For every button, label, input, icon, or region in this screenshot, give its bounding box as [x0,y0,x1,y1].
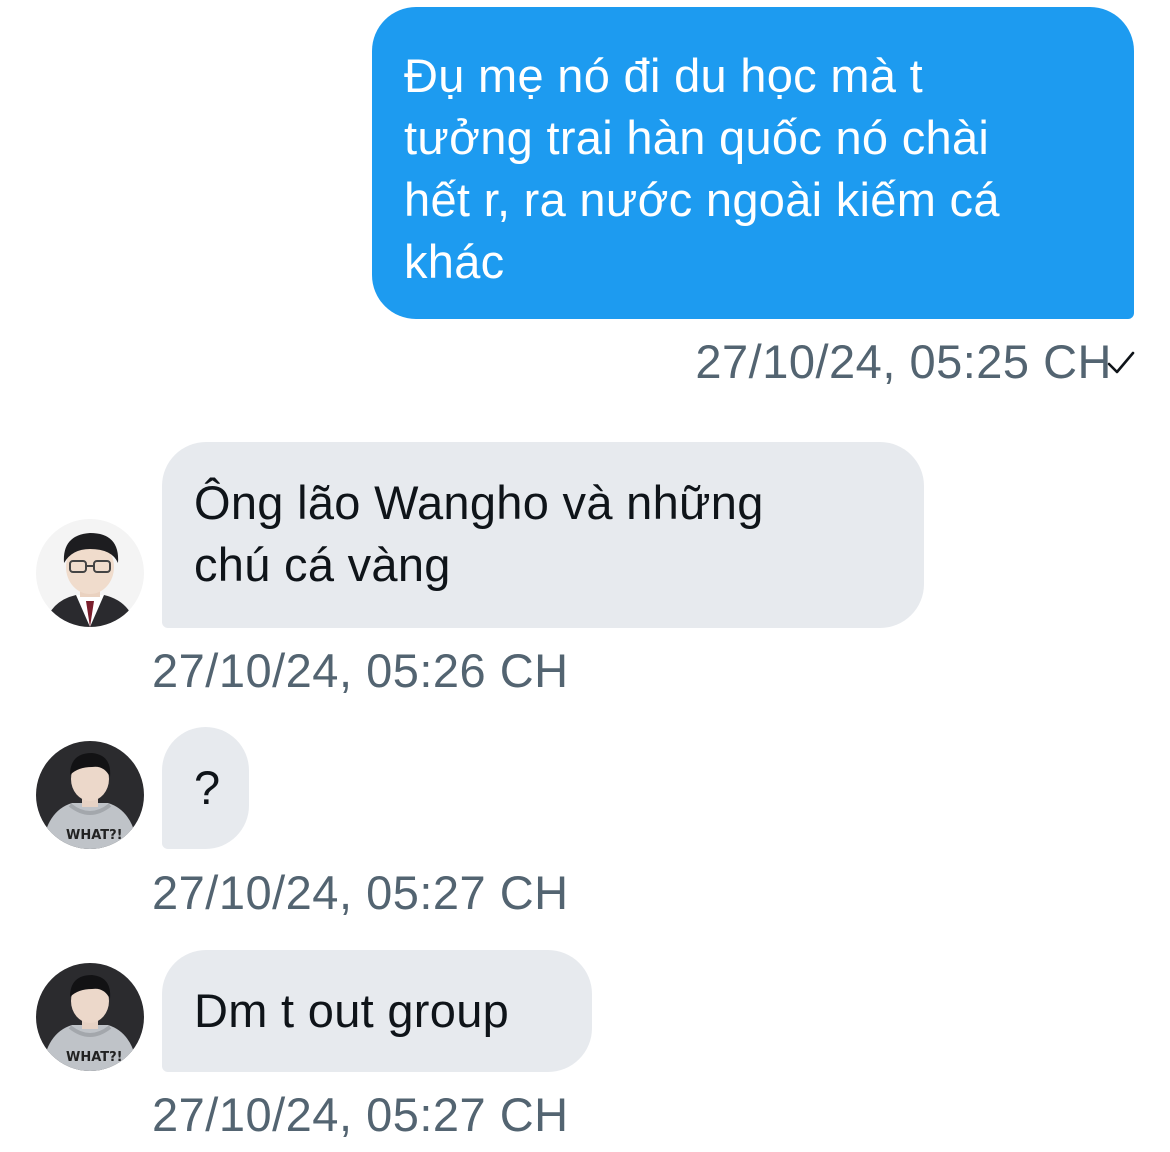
avatar-hoodie-image: WHAT?! [36,741,144,849]
avatar-hoodie-image: WHAT?! [36,963,144,1071]
message-text-line: Đụ mẹ nó đi du học mà t [404,49,923,102]
message-text-line: Dm t out group [194,984,510,1037]
message-timestamp: 27/10/24, 05:26 CH [152,644,569,697]
svg-text:WHAT?!: WHAT?! [66,1050,123,1065]
avatar[interactable]: WHAT?! [36,963,144,1071]
message-timestamp: 27/10/24, 05:25 CH [695,335,1112,388]
message-text-line: chú cá vàng [194,538,451,591]
message-bubble-incoming[interactable]: Dm t out group [162,950,592,1072]
message-bubble-incoming[interactable]: ? [162,727,249,849]
message-text-line: khác [404,235,505,288]
avatar[interactable] [36,519,144,627]
message-text-line: tưởng trai hàn quốc nó chài [404,111,990,164]
avatar-glasses-image [36,519,144,627]
message-text-line: Ông lão Wangho và những [194,476,764,529]
message-text-line: hết r, ra nước ngoài kiếm cá [404,173,1000,226]
message-bubble-outgoing[interactable]: Đụ mẹ nó đi du học mà t tưởng trai hàn q… [372,7,1134,319]
svg-text:WHAT?!: WHAT?! [66,828,123,843]
checkmark-icon [1107,351,1135,374]
avatar[interactable]: WHAT?! [36,741,144,849]
message-bubble-incoming[interactable]: Ông lão Wangho và những chú cá vàng [162,442,924,628]
message-timestamp: 27/10/24, 05:27 CH [152,1088,569,1141]
message-text-line: ? [194,761,221,814]
message-timestamp: 27/10/24, 05:27 CH [152,866,569,919]
